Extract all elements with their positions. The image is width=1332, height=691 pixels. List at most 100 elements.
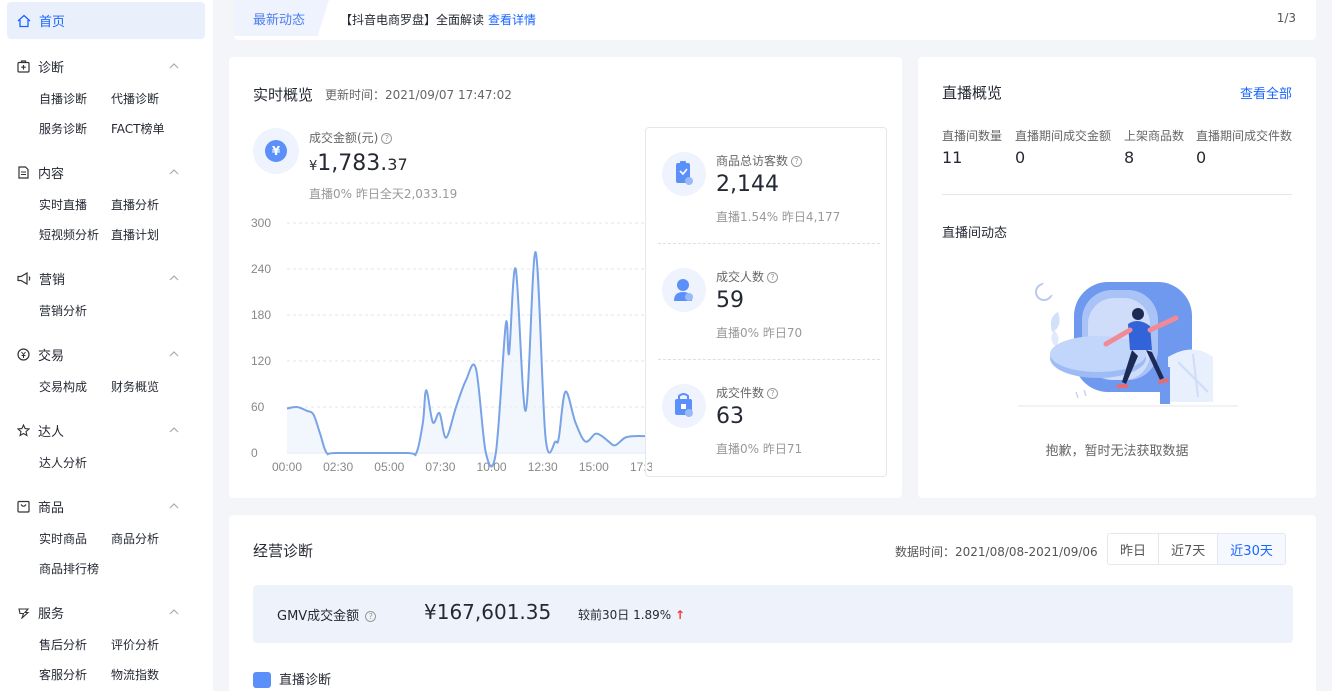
chevron-up-icon[interactable] bbox=[168, 606, 180, 618]
sidebar-group-head[interactable]: 服务 bbox=[0, 602, 213, 622]
x-tick-label: 02:30 bbox=[323, 460, 353, 474]
gmv-label: GMV成交金额? bbox=[277, 605, 377, 624]
sidebar-item[interactable]: 商品排行榜 bbox=[39, 560, 99, 577]
chevron-up-icon[interactable] bbox=[168, 348, 180, 360]
home-icon bbox=[17, 14, 31, 27]
amount-value: ¥1,783.37 bbox=[309, 151, 408, 176]
sidebar-group-head[interactable]: 内容 bbox=[0, 162, 213, 182]
sidebar-group-talent: 达人 bbox=[0, 420, 213, 440]
chevron-up-icon[interactable] bbox=[168, 166, 180, 178]
chevron-up-icon[interactable] bbox=[168, 424, 180, 436]
coin-icon bbox=[17, 347, 30, 361]
sidebar-item[interactable]: 服务诊断 bbox=[39, 120, 87, 137]
range-yesterday-button[interactable]: 昨日 bbox=[1108, 534, 1160, 564]
metric-compare: 直播0% 昨日70 bbox=[716, 326, 803, 340]
sidebar-group-head[interactable]: 商品 bbox=[0, 496, 213, 516]
sidebar-item-label: 首页 bbox=[39, 15, 66, 30]
help-icon[interactable]: ? bbox=[791, 156, 803, 167]
sidebar-item[interactable]: 自播诊断 bbox=[39, 90, 87, 107]
live-stat-label: 上架商品数 bbox=[1124, 129, 1185, 143]
chevron-up-icon[interactable] bbox=[168, 60, 180, 72]
gmv-compare-text: 较前30日 1.89% bbox=[578, 608, 672, 622]
sidebar-item[interactable]: 直播分析 bbox=[111, 196, 159, 213]
metric-label: 商品总访客数? bbox=[716, 152, 803, 169]
news-detail-link[interactable]: 查看详情 bbox=[488, 13, 536, 27]
y-tick-label: 120 bbox=[251, 354, 271, 368]
live-stat-label: 直播期间成交金额 bbox=[1015, 129, 1112, 143]
x-tick-label: 00:00 bbox=[272, 460, 302, 474]
help-icon[interactable]: ? bbox=[767, 388, 779, 399]
sidebar-item[interactable]: FACT榜单 bbox=[111, 120, 165, 137]
gmv-compare: 较前30日 1.89% ↑ bbox=[578, 606, 685, 623]
range-7days-button[interactable]: 近7天 bbox=[1159, 534, 1219, 564]
metric-label-text: 成交件数 bbox=[716, 386, 765, 400]
sidebar-item-home[interactable]: 首页 bbox=[7, 2, 205, 39]
sidebar-item[interactable]: 财务概览 bbox=[111, 378, 159, 395]
metric-buyers: 成交人数? 59 直播0% 昨日70 bbox=[646, 244, 886, 360]
view-all-link[interactable]: 查看全部 bbox=[1240, 83, 1292, 102]
chevron-up-icon[interactable] bbox=[168, 272, 180, 284]
sidebar-item[interactable]: 直播计划 bbox=[111, 226, 159, 243]
sidebar-group-label: 交易 bbox=[38, 348, 65, 364]
star-icon bbox=[17, 423, 30, 437]
y-tick-label: 60 bbox=[251, 400, 265, 414]
package-icon bbox=[662, 384, 706, 428]
metrics-box: 商品总访客数? 2,144 直播1.54% 昨日4,177 成交人数? 59 直… bbox=[645, 127, 887, 477]
sidebar: 首页 诊断 自播诊断 代播诊断 服务诊断 FACT榜单 内容 实时直播 直播分析… bbox=[0, 0, 213, 691]
metric-value: 63 bbox=[716, 404, 744, 429]
empty-state-illustration bbox=[1018, 282, 1238, 407]
help-icon[interactable]: ? bbox=[767, 272, 779, 283]
y-tick-label: 0 bbox=[251, 446, 258, 460]
x-tick-label: 05:00 bbox=[374, 460, 404, 474]
sidebar-item[interactable]: 商品分析 bbox=[111, 530, 159, 547]
yuan-icon: ¥ bbox=[253, 128, 299, 174]
gmv-value: ¥167,601.35 bbox=[424, 600, 552, 624]
sidebar-item[interactable]: 短视频分析 bbox=[39, 226, 99, 243]
y-tick-label: 180 bbox=[251, 308, 271, 322]
sidebar-group-label: 服务 bbox=[38, 606, 65, 622]
medkit-icon bbox=[17, 59, 30, 73]
live-stat-label: 直播期间成交件数 bbox=[1196, 129, 1293, 143]
metric-label-text: 商品总访客数 bbox=[716, 154, 789, 168]
help-icon[interactable]: ? bbox=[381, 133, 393, 144]
news-headline: 【抖音电商罗盘】全面解读 bbox=[340, 13, 485, 27]
sidebar-item[interactable]: 实时商品 bbox=[39, 530, 87, 547]
sidebar-group-service: 服务 bbox=[0, 602, 213, 622]
tv-icon bbox=[253, 671, 271, 688]
business-title: 经营诊断 bbox=[253, 542, 314, 560]
live-title: 直播概览 bbox=[942, 84, 1003, 102]
y-tick-label: 240 bbox=[251, 262, 271, 276]
metric-label: 成交人数? bbox=[716, 268, 779, 285]
news-tab[interactable]: 最新动态 bbox=[234, 0, 329, 36]
sidebar-group-marketing: 营销 bbox=[0, 268, 213, 288]
sidebar-item[interactable]: 客服分析 bbox=[39, 666, 87, 683]
arrow-up-icon: ↑ bbox=[675, 608, 686, 622]
bag-icon bbox=[662, 152, 706, 196]
sidebar-group-head[interactable]: 达人 bbox=[0, 420, 213, 440]
sidebar-group-head[interactable]: 诊断 bbox=[0, 56, 213, 76]
sidebar-item[interactable]: 交易构成 bbox=[39, 378, 87, 395]
live-stat-value: 8 bbox=[1124, 148, 1135, 167]
help-icon[interactable]: ? bbox=[365, 611, 377, 622]
live-stat-value: 0 bbox=[1015, 148, 1026, 167]
sidebar-group-label: 内容 bbox=[38, 166, 65, 182]
sidebar-group-head[interactable]: 交易 bbox=[0, 344, 213, 364]
sidebar-item[interactable]: 代播诊断 bbox=[111, 90, 159, 107]
sidebar-item[interactable]: 评价分析 bbox=[111, 636, 159, 653]
box-icon bbox=[17, 500, 30, 513]
live-dynamic-title: 直播间动态 bbox=[942, 226, 1008, 241]
realtime-overview-card: 实时概览 更新时间：2021/09/07 17:47:02 ¥ 成交金额(元)?… bbox=[229, 57, 902, 498]
x-tick-label: 07:30 bbox=[425, 460, 455, 474]
sidebar-item[interactable]: 达人分析 bbox=[39, 454, 87, 471]
sidebar-group-head[interactable]: 营销 bbox=[0, 268, 213, 288]
range-30days-button[interactable]: 近30天 bbox=[1218, 534, 1285, 564]
sidebar-item[interactable]: 实时直播 bbox=[39, 196, 87, 213]
sidebar-item[interactable]: 营销分析 bbox=[39, 302, 87, 319]
amount-int: 1,783. bbox=[317, 151, 388, 176]
sidebar-item[interactable]: 售后分析 bbox=[39, 636, 87, 653]
news-banner: 最新动态 【抖音电商罗盘】全面解读 查看详情 1/3 bbox=[234, 0, 1316, 40]
chevron-up-icon[interactable] bbox=[168, 500, 180, 512]
business-diagnosis-card: 经营诊断 数据时间：2021/08/08-2021/09/06 昨日 近7天 近… bbox=[229, 515, 1316, 691]
document-icon bbox=[18, 165, 29, 179]
sidebar-item[interactable]: 物流指数 bbox=[111, 666, 159, 683]
